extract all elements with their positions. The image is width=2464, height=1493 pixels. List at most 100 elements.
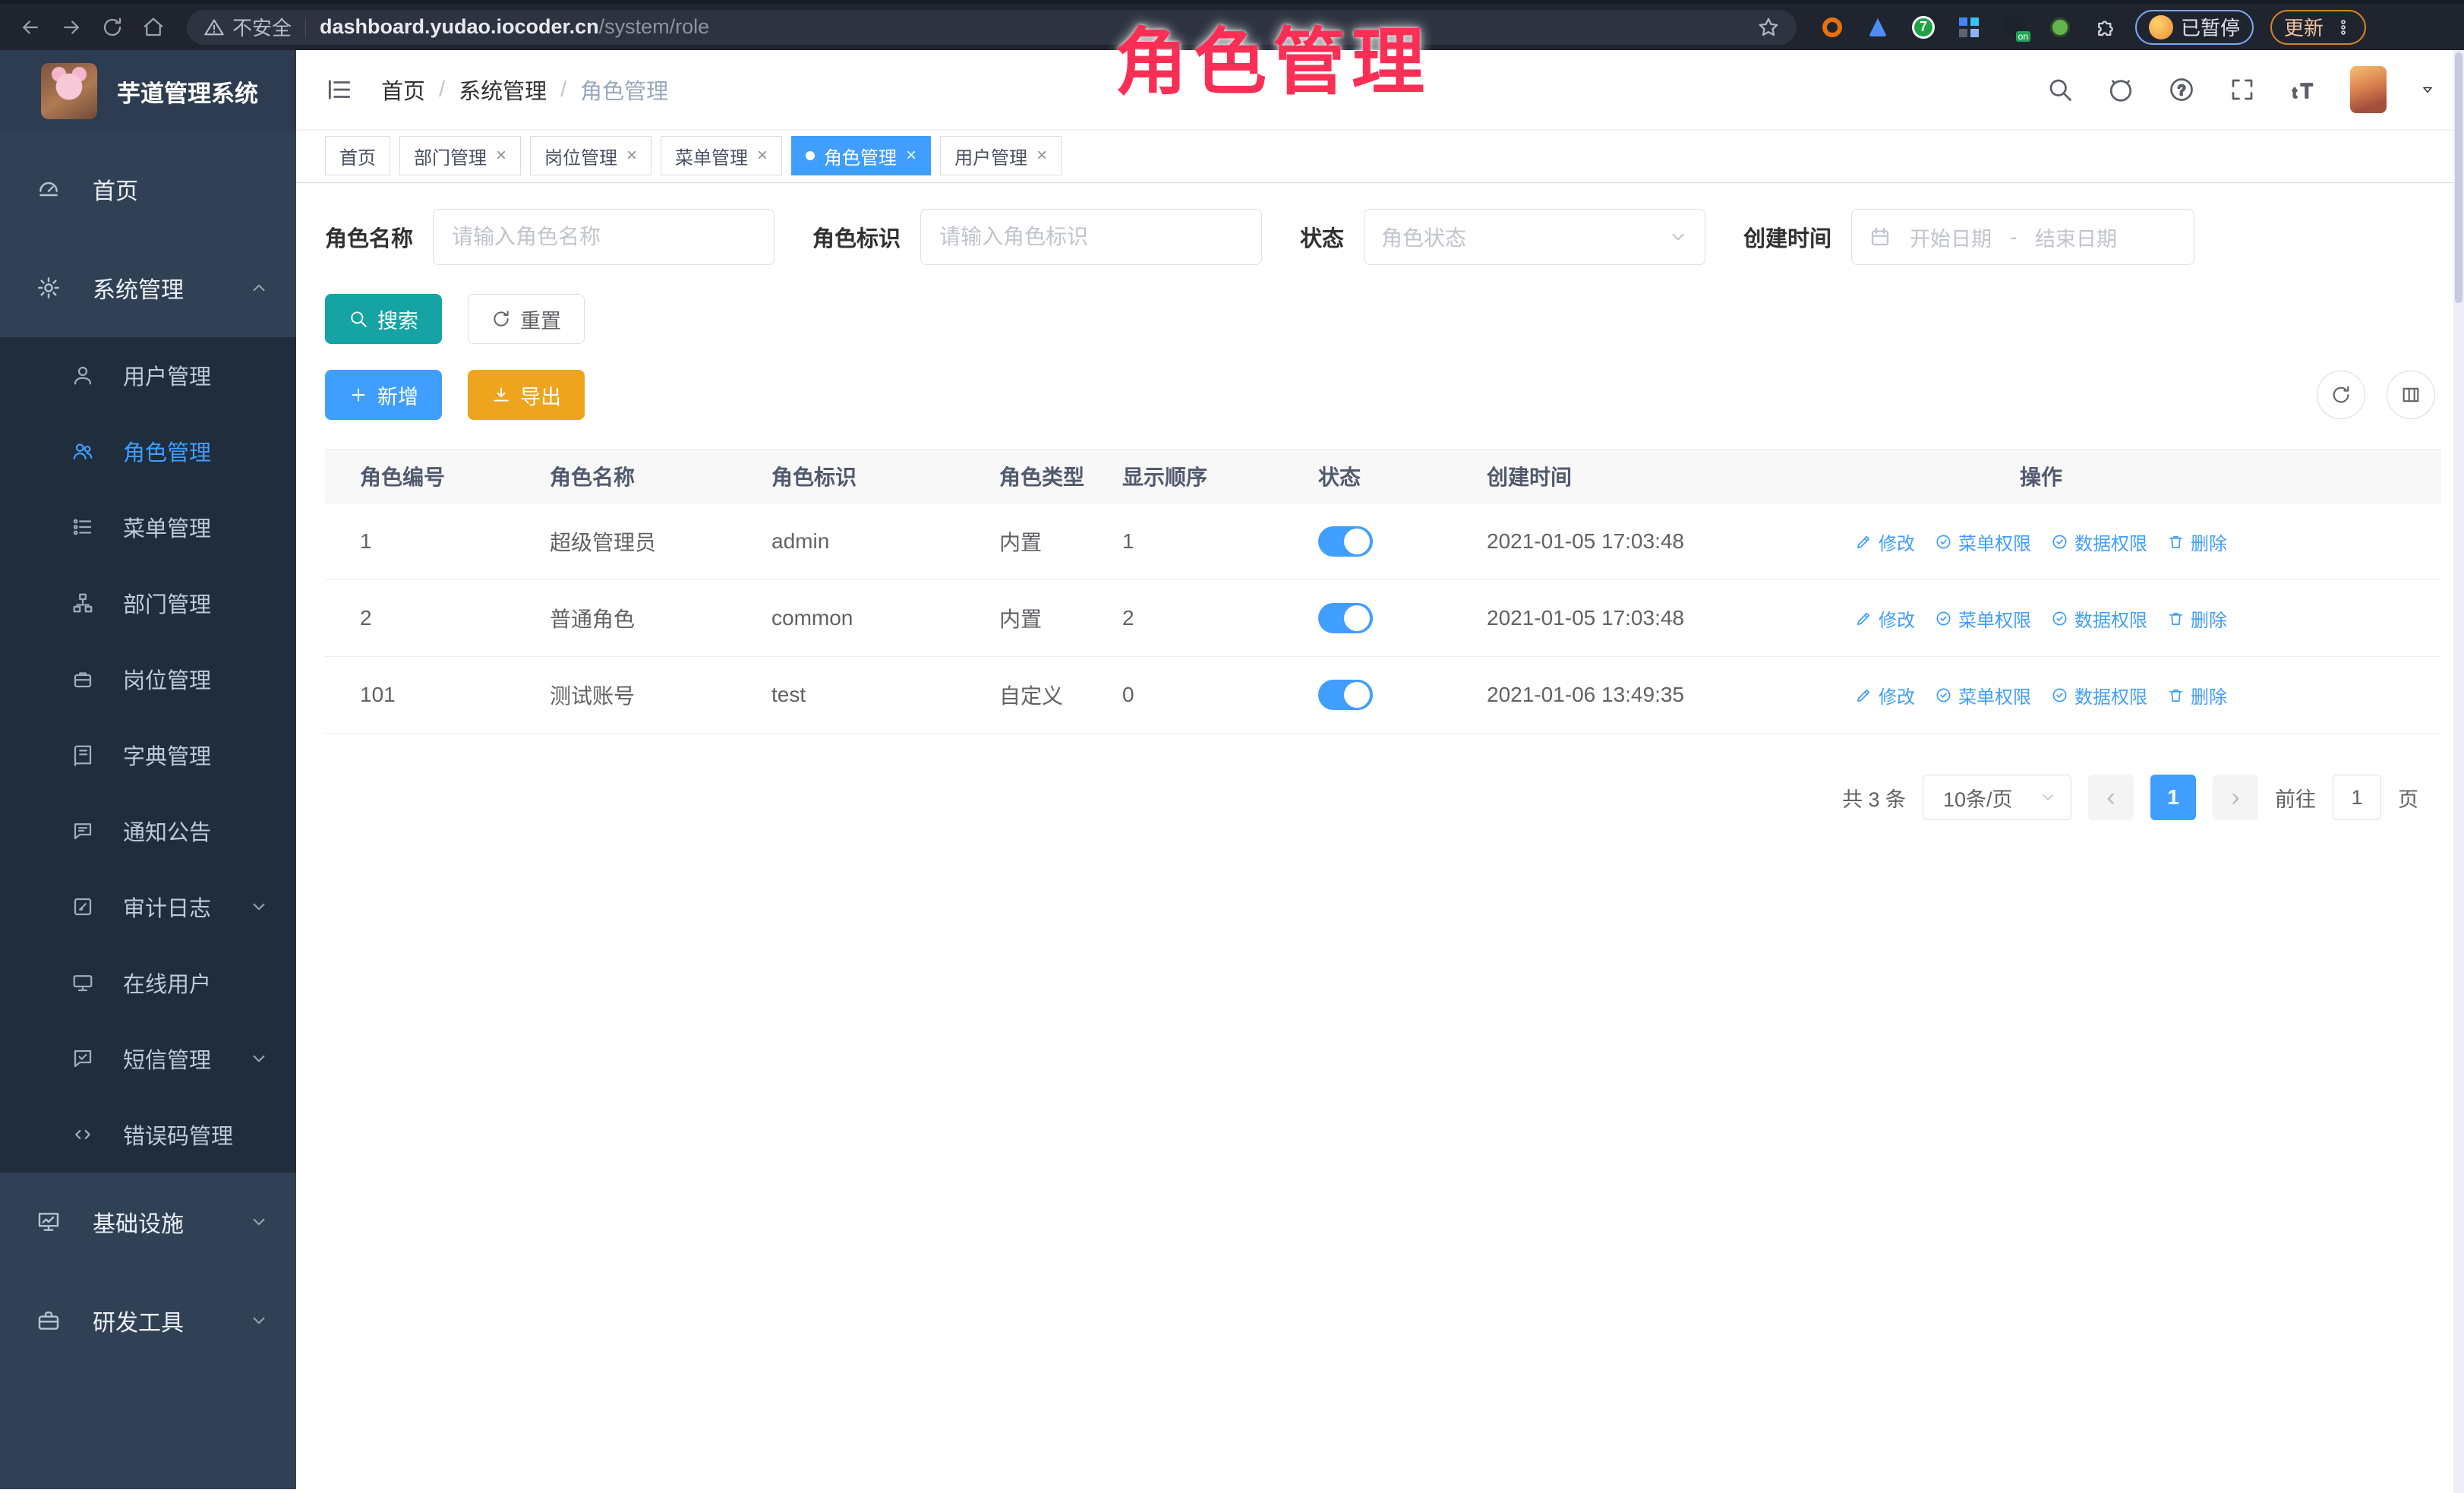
menu-permission-link[interactable]: 菜单权限 [1935, 529, 2031, 555]
cell-role-type: 自定义 [964, 680, 1087, 710]
sidebar-item-dept-management[interactable]: 部门管理 [0, 565, 296, 641]
profile-paused-chip[interactable]: 已暂停 [2135, 10, 2254, 45]
sidebar-item-post-management[interactable]: 岗位管理 [0, 641, 296, 717]
status-toggle[interactable] [1318, 680, 1373, 710]
browser-back-button[interactable] [14, 11, 47, 44]
url-path: /system/role [599, 15, 710, 39]
search-icon[interactable] [2046, 76, 2074, 103]
trash-icon [2167, 610, 2185, 627]
scrollbar-thumb[interactable] [2455, 52, 2462, 303]
help-icon[interactable] [2168, 76, 2195, 103]
action-label: 菜单权限 [1958, 605, 2031, 632]
data-permission-link[interactable]: 数据权限 [2051, 529, 2147, 555]
extension-icon[interactable] [1956, 14, 1982, 40]
page-size-select[interactable]: 10条/页 [1923, 775, 2071, 820]
menu-permission-link[interactable]: 菜单权限 [1935, 682, 2031, 709]
column-settings-button[interactable] [2387, 371, 2435, 419]
prev-page-button[interactable]: ‹ [2088, 775, 2134, 820]
delete-link[interactable]: 删除 [2167, 529, 2227, 555]
sidebar-item-dev-tools[interactable]: 研发工具 [0, 1271, 296, 1370]
table-row: 101 测试账号 test 自定义 0 2021-01-06 13:49:35 … [325, 657, 2441, 734]
menu-permission-link[interactable]: 菜单权限 [1935, 605, 2031, 632]
breadcrumb-home[interactable]: 首页 [381, 74, 425, 106]
tab-home[interactable]: 首页 [325, 136, 390, 175]
sidebar-item-sms-management[interactable]: 短信管理 [0, 1021, 296, 1097]
delete-link[interactable]: 删除 [2167, 605, 2227, 632]
check-circle-icon [1935, 687, 1952, 704]
extension-icon[interactable] [1819, 14, 1845, 40]
sidebar-item-role-management[interactable]: 角色管理 [0, 413, 296, 489]
tab-dept-management[interactable]: 部门管理 × [399, 136, 521, 175]
goto-page-input[interactable] [2333, 775, 2381, 820]
close-icon[interactable]: × [1036, 147, 1047, 165]
edit-link[interactable]: 修改 [1855, 605, 1915, 632]
status-toggle[interactable] [1318, 603, 1373, 633]
tab-label: 菜单管理 [675, 143, 748, 169]
sidebar-item-menu-management[interactable]: 菜单管理 [0, 489, 296, 565]
edit-link[interactable]: 修改 [1855, 529, 1915, 555]
caret-down-icon[interactable] [2420, 82, 2435, 97]
sidebar-item-online-users[interactable]: 在线用户 [0, 945, 296, 1021]
data-permission-link[interactable]: 数据权限 [2051, 605, 2147, 632]
tab-post-management[interactable]: 岗位管理 × [530, 136, 651, 175]
extension-icon[interactable] [1865, 14, 1891, 40]
status-toggle[interactable] [1318, 526, 1373, 557]
tab-role-management[interactable]: 角色管理 × [791, 136, 931, 175]
sidebar-item-dict-management[interactable]: 字典管理 [0, 717, 296, 793]
sidebar-item-system-management[interactable]: 系统管理 [0, 238, 296, 337]
add-button[interactable]: 新增 [325, 370, 442, 420]
sidebar-item-infrastructure[interactable]: 基础设施 [0, 1173, 296, 1271]
extension-icon[interactable] [2047, 14, 2073, 40]
update-label: 更新 [2284, 13, 2324, 41]
vertical-scrollbar[interactable] [2453, 50, 2464, 1493]
sidebar-item-audit-log[interactable]: 审计日志 [0, 869, 296, 945]
extension-icon[interactable]: 7 [1910, 14, 1936, 40]
bookmark-star-icon[interactable] [1757, 16, 1780, 39]
font-size-icon[interactable] [2289, 76, 2317, 103]
close-icon[interactable]: × [496, 147, 506, 165]
breadcrumb-section[interactable]: 系统管理 [459, 74, 547, 106]
cell-role-type: 内置 [964, 526, 1087, 557]
search-button[interactable]: 搜索 [325, 294, 442, 344]
page-number-button[interactable]: 1 [2150, 775, 2196, 820]
chevron-down-icon [249, 1049, 269, 1068]
cell-created-time: 2021-01-06 13:49:35 [1452, 683, 1847, 707]
data-permission-link[interactable]: 数据权限 [2051, 682, 2147, 709]
export-button[interactable]: 导出 [468, 370, 585, 420]
close-icon[interactable]: × [906, 147, 917, 165]
date-range-picker[interactable]: 开始日期 - 结束日期 [1851, 209, 2194, 265]
extension-icon[interactable] [2002, 14, 2027, 40]
close-icon[interactable]: × [757, 147, 768, 165]
hamburger-icon[interactable] [325, 75, 354, 104]
github-icon[interactable] [2107, 76, 2134, 103]
trash-icon [2167, 687, 2185, 704]
sidebar-item-user-management[interactable]: 用户管理 [0, 337, 296, 413]
role-name-input[interactable] [433, 209, 775, 265]
app-logo-bar[interactable]: 芋道管理系统 [0, 50, 296, 132]
browser-reload-button[interactable] [96, 11, 129, 44]
edit-link[interactable]: 修改 [1855, 682, 1915, 709]
sidebar-item-home[interactable]: 首页 [0, 140, 296, 238]
close-icon[interactable]: × [626, 147, 637, 165]
status-select[interactable]: 角色状态 [1364, 209, 1705, 265]
reset-button[interactable]: 重置 [468, 294, 585, 344]
role-key-input[interactable] [920, 209, 1262, 265]
back-icon [19, 16, 42, 39]
extensions-puzzle-icon[interactable] [2093, 14, 2119, 40]
delete-link[interactable]: 删除 [2167, 682, 2227, 709]
sidebar-item-error-code-management[interactable]: 错误码管理 [0, 1097, 296, 1173]
next-arrow: › [2231, 783, 2239, 813]
browser-menu-icon[interactable] [2334, 18, 2352, 36]
sidebar-item-notice[interactable]: 通知公告 [0, 793, 296, 869]
user-icon [71, 364, 94, 387]
refresh-table-button[interactable] [2317, 371, 2365, 419]
browser-forward-button[interactable] [55, 11, 88, 44]
browser-home-button[interactable] [137, 11, 170, 44]
next-page-button[interactable]: › [2213, 775, 2258, 820]
user-avatar[interactable] [2350, 66, 2387, 113]
browser-update-chip[interactable]: 更新 [2270, 10, 2366, 45]
address-bar[interactable]: 不安全 dashboard.yudao.iocoder.cn /system/r… [187, 10, 1797, 45]
tab-menu-management[interactable]: 菜单管理 × [661, 136, 782, 175]
tab-user-management[interactable]: 用户管理 × [940, 136, 1062, 175]
fullscreen-icon[interactable] [2229, 76, 2256, 103]
